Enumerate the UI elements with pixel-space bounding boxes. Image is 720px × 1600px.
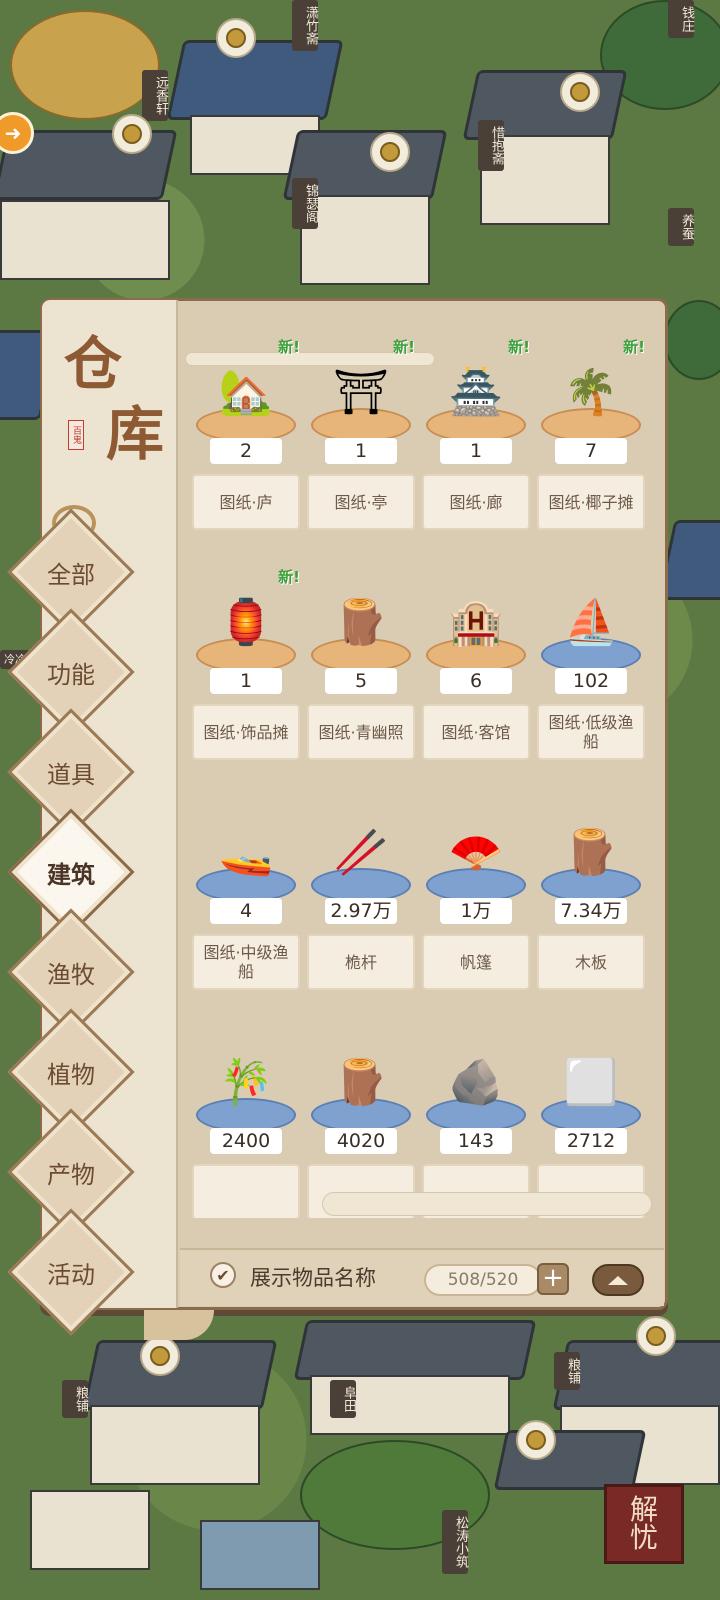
log-icon: 🪵	[333, 1057, 389, 1108]
new-badge: 新!	[278, 338, 300, 356]
show-names-label[interactable]: 展示物品名称	[250, 1262, 376, 1292]
coin-bubble-icon[interactable]	[636, 1316, 676, 1356]
tab-building[interactable]: 建筑	[26, 827, 116, 917]
item-count: 1万	[440, 898, 512, 924]
check-icon: ✔	[216, 1265, 230, 1285]
item-name: 木板	[537, 934, 645, 990]
shop-sign[interactable]: 松涛小筑	[442, 1510, 468, 1574]
coin-bubble-icon[interactable]	[140, 1336, 180, 1376]
ornament-stall-blueprint-icon: 🏮	[218, 597, 274, 648]
low-fishing-boat-blueprint-icon: ⛵	[563, 597, 619, 648]
mid-fishing-boat-blueprint-icon: 🚤	[218, 827, 274, 878]
stamp-char-1: 解	[629, 1493, 658, 1526]
item-count: 143	[440, 1128, 512, 1154]
item-count: 2.97万	[325, 898, 397, 924]
building-roof	[293, 1320, 537, 1380]
item-count: 7	[555, 438, 627, 464]
shop-sign[interactable]: 阜田	[330, 1380, 356, 1418]
item-name: 图纸·廊	[422, 474, 530, 530]
stone-block-icon: ⬜	[563, 1057, 619, 1108]
new-badge: 新!	[508, 338, 530, 356]
tab-props[interactable]: 道具	[26, 727, 116, 817]
title-char-2: 库	[106, 400, 165, 468]
red-seal: 百鬼	[68, 420, 84, 450]
item-count: 2712	[555, 1128, 627, 1154]
pavilion-blueprint-icon: ⛩	[333, 367, 389, 418]
shop-sign[interactable]: 粮铺	[62, 1380, 88, 1418]
stamp-char-2: 忧	[629, 1521, 658, 1554]
item-name: 图纸·椰子摊	[537, 474, 645, 530]
item-name: 图纸·客馆	[422, 704, 530, 760]
building-wall	[90, 1405, 260, 1485]
coin-bubble-icon[interactable]	[216, 18, 256, 58]
tab-events[interactable]: 活动	[26, 1227, 116, 1317]
item-count: 2	[210, 438, 282, 464]
item-count: 1	[210, 668, 282, 694]
corridor-blueprint-icon: 🏯	[448, 367, 504, 418]
building-roof	[166, 40, 344, 120]
ginkgo-tree	[10, 10, 160, 120]
tab-all[interactable]: 全部	[26, 527, 116, 617]
item-count: 2400	[210, 1128, 282, 1154]
building-roof	[82, 1340, 278, 1410]
bamboo-icon: 🎋	[218, 1057, 274, 1108]
shop-sign[interactable]: 钱庄	[668, 0, 694, 38]
building-wall	[0, 200, 170, 280]
building-wall	[30, 1490, 150, 1570]
tab-fishery[interactable]: 渔牧	[26, 927, 116, 1017]
coin-bubble-icon[interactable]	[370, 132, 410, 172]
collapse-button[interactable]	[592, 1264, 644, 1296]
item-count: 4	[210, 898, 282, 924]
item-name: 图纸·庐	[192, 474, 300, 530]
sail-icon: 🪭	[448, 827, 504, 878]
item-count: 102	[555, 668, 627, 694]
item-name: 帆篷	[422, 934, 530, 990]
capacity-indicator: 508/520	[424, 1264, 542, 1296]
new-badge: 新!	[393, 338, 415, 356]
item-name: 图纸·饰品摊	[192, 704, 300, 760]
item-name	[192, 1164, 300, 1218]
wooden-plaque-icon: 🪵	[333, 597, 389, 648]
shop-sign[interactable]: 远香轩	[142, 70, 168, 121]
event-icon: ➜	[4, 121, 22, 145]
shop-sign[interactable]: 粮铺	[554, 1352, 580, 1390]
inn-blueprint-icon: 🏨	[448, 597, 504, 648]
item-name: 图纸·亭	[307, 474, 415, 530]
expand-capacity-button[interactable]: +	[537, 1263, 569, 1295]
new-badge: 新!	[278, 568, 300, 586]
hut-blueprint-icon: 🏡	[218, 367, 274, 418]
item-name: 图纸·低级渔船	[537, 704, 645, 760]
building-wall	[300, 195, 430, 285]
wood-plank-icon: 🪵	[563, 827, 619, 878]
item-count: 5	[325, 668, 397, 694]
item-count: 6	[440, 668, 512, 694]
pond	[200, 1520, 320, 1590]
bottom-scroll-indicator[interactable]	[322, 1192, 652, 1216]
shop-sign[interactable]: 锦瑟阁	[292, 178, 318, 229]
item-count: 7.34万	[555, 898, 627, 924]
item-name: 图纸·中级渔船	[192, 934, 300, 990]
help-stamp-button[interactable]: 解 忧	[604, 1484, 684, 1564]
coin-bubble-icon[interactable]	[560, 72, 600, 112]
item-count: 4020	[325, 1128, 397, 1154]
arrow-up-icon	[608, 1275, 628, 1285]
shop-sign[interactable]: 养蚕	[668, 208, 694, 246]
show-names-checkbox[interactable]: ✔	[210, 1262, 236, 1288]
ore-icon: 🪨	[448, 1057, 504, 1108]
coin-bubble-icon[interactable]	[112, 114, 152, 154]
item-grid[interactable]: 🏡 新! 2 图纸·庐 ⛩ 新! 1 图纸·亭 🏯 新! 1 图纸·廊 🌴 新!…	[180, 318, 658, 1218]
shop-sign[interactable]: 惜抱斋	[478, 120, 504, 171]
coconut-stall-blueprint-icon: 🌴	[563, 367, 619, 418]
coin-bubble-icon[interactable]	[516, 1420, 556, 1460]
mast-icon: 🥢	[333, 827, 389, 878]
item-name: 桅杆	[307, 934, 415, 990]
item-count: 1	[325, 438, 397, 464]
shop-sign[interactable]: 潇竹斋	[292, 0, 318, 51]
new-badge: 新!	[623, 338, 645, 356]
item-name: 图纸·青幽照	[307, 704, 415, 760]
item-count: 1	[440, 438, 512, 464]
tab-function[interactable]: 功能	[26, 627, 116, 717]
tab-products[interactable]: 产物	[26, 1127, 116, 1217]
tab-plants[interactable]: 植物	[26, 1027, 116, 1117]
